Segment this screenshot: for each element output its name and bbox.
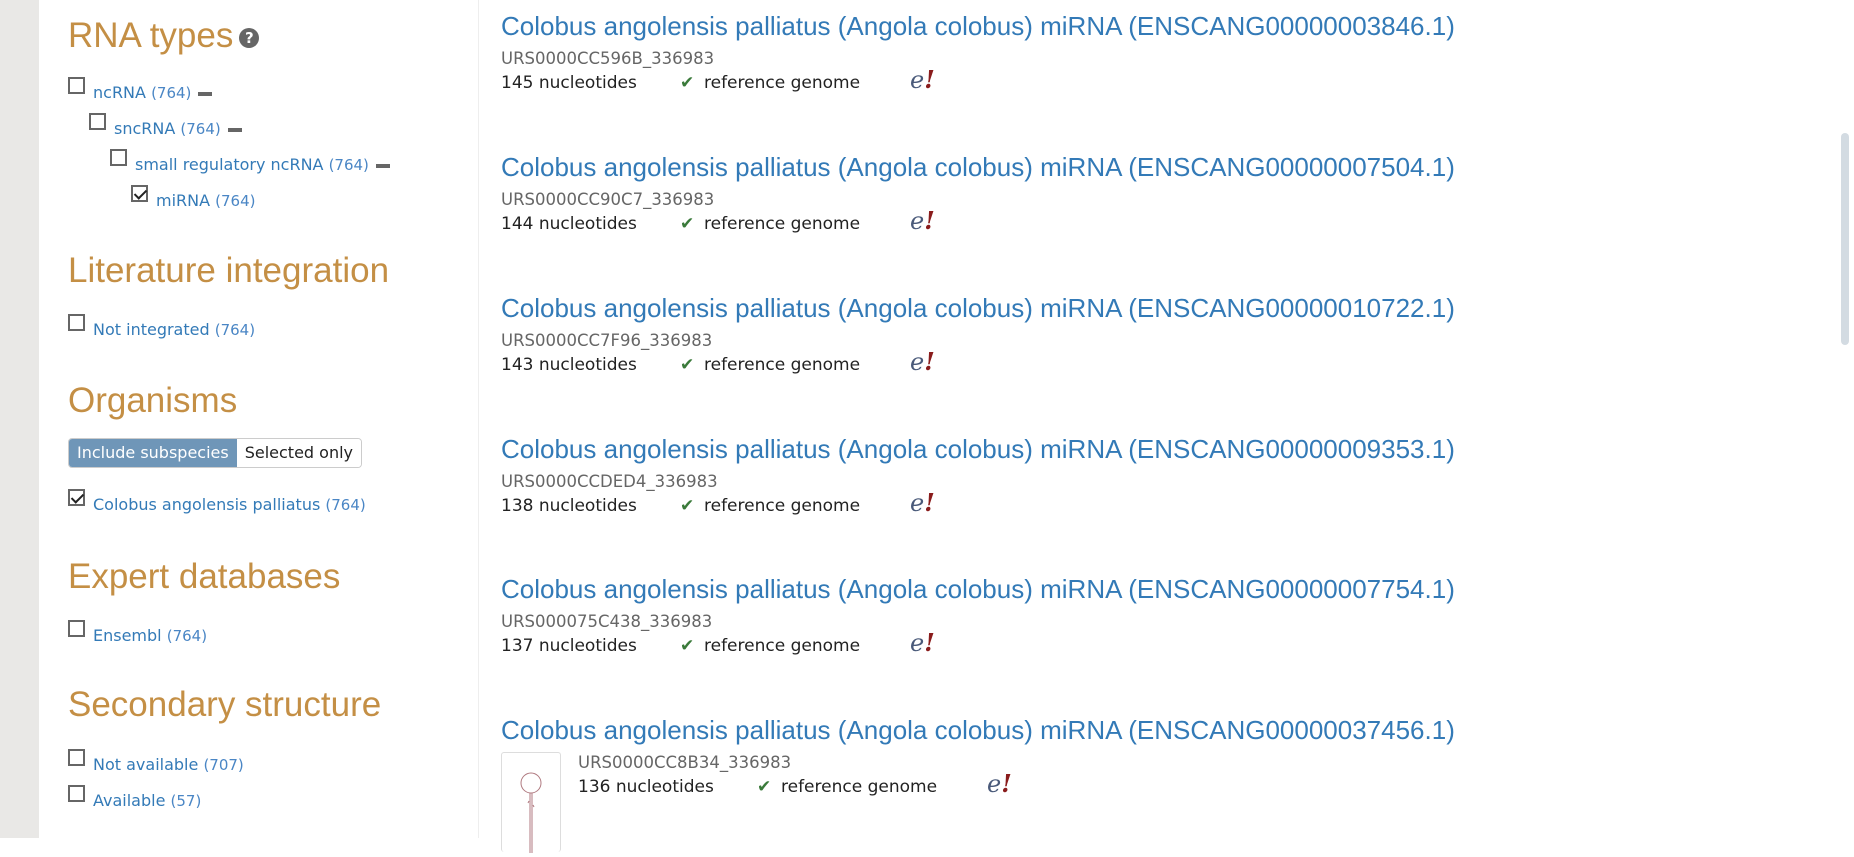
result-urs: URS0000CC7F96_336983 [501,331,713,350]
checkbox[interactable] [68,785,85,802]
result-urs: URS000075C438_336983 [501,612,713,631]
result-urs: URS0000CC596B_336983 [501,49,715,68]
result-item: Colobus angolensis palliatus (Angola col… [501,293,1701,378]
facet-mirna[interactable]: miRNA (764) [131,185,256,211]
result-item: Colobus angolensis palliatus (Angola col… [501,11,1701,96]
collapse-icon[interactable] [375,163,390,168]
checkbox-checked[interactable] [68,489,85,506]
result-tag: reference genome [781,777,938,797]
ensembl-icon[interactable]: e! [910,67,935,94]
result-title-link[interactable]: Colobus angolensis palliatus (Angola col… [501,293,1701,323]
result-title-link[interactable]: Colobus angolensis palliatus (Angola col… [501,152,1701,182]
facet-count: (764) [180,120,221,138]
right-margin [1797,0,1854,838]
checkbox[interactable] [68,620,85,637]
check-icon: ✔ [680,214,695,234]
facet-ensembl[interactable]: Ensembl (764) [68,620,208,646]
literature-heading: Literature integration [68,251,390,290]
result-length: 145 nucleotides [501,73,637,93]
rna-types-heading: RNA types? [68,16,260,56]
result-urs: URS0000CC90C7_336983 [501,190,715,209]
facet-count: (764) [325,496,366,514]
facet-label[interactable]: miRNA [156,191,210,210]
result-title-link[interactable]: Colobus angolensis palliatus (Angola col… [501,715,1701,745]
check-icon: ✔ [680,496,695,516]
check-icon: ✔ [757,777,772,797]
collapse-icon[interactable] [198,91,213,96]
result-tag: reference genome [704,636,861,656]
facet-small-regulatory-ncrna[interactable]: small regulatory ncRNA (764) [110,149,390,175]
secondary-structure-heading: Secondary structure [68,685,382,724]
facet-label[interactable]: Colobus angolensis palliatus [93,495,320,514]
facet-label[interactable]: sncRNA [114,119,175,138]
result-urs: URS0000CC8B34_336983 [578,753,792,772]
organisms-heading: Organisms [68,381,238,420]
check-icon: ✔ [680,73,695,93]
ensembl-icon[interactable]: e! [910,630,935,657]
heading-text: RNA types [68,16,234,55]
ensembl-icon[interactable]: e! [910,490,935,517]
facet-count: (764) [214,321,256,339]
help-icon[interactable]: ? [239,27,260,48]
result-item: Colobus angolensis palliatus (Angola col… [501,434,1701,519]
checkbox[interactable] [68,749,85,766]
facet-count: (764) [328,156,369,174]
checkbox[interactable] [68,314,85,331]
result-urs: URS0000CCDED4_336983 [501,472,718,491]
checkbox-checked[interactable] [131,185,148,202]
check-icon: ✔ [680,636,695,656]
result-title-link[interactable]: Colobus angolensis palliatus (Angola col… [501,574,1701,604]
result-title-link[interactable]: Colobus angolensis palliatus (Angola col… [501,11,1701,41]
check-icon: ✔ [680,355,695,375]
result-length: 136 nucleotides [578,777,714,797]
result-item: Colobus angolensis palliatus (Angola col… [501,152,1701,237]
ensembl-icon[interactable]: e! [987,771,1012,798]
result-length: 143 nucleotides [501,355,637,375]
include-subspecies-button[interactable]: Include subspecies [69,439,237,467]
facet-label[interactable]: ncRNA [93,83,146,102]
facet-count: (707) [203,756,244,774]
hairpin-structure-icon [520,772,542,853]
selected-only-button[interactable]: Selected only [236,439,362,467]
result-length: 144 nucleotides [501,214,637,234]
facet-not-integrated[interactable]: Not integrated (764) [68,314,256,340]
result-length: 138 nucleotides [501,496,637,516]
checkbox[interactable] [68,77,85,94]
scrollbar-thumb[interactable] [1841,133,1849,345]
collapse-icon[interactable] [227,127,242,132]
facet-label[interactable]: small regulatory ncRNA [135,155,323,174]
facet-label[interactable]: Not integrated [93,320,210,339]
result-length: 137 nucleotides [501,636,637,656]
subspecies-toggle: Include subspecies Selected only [68,438,363,468]
result-title-link[interactable]: Colobus angolensis palliatus (Angola col… [501,434,1701,464]
facet-count: (764) [215,192,256,210]
facet-count: (57) [170,792,202,810]
result-tag: reference genome [704,496,861,516]
secondary-structure-thumbnail[interactable] [501,752,561,853]
facet-label[interactable]: Available [93,791,165,810]
facet-label[interactable]: Ensembl [93,626,162,645]
result-tag: reference genome [704,355,861,375]
result-tag: reference genome [704,214,861,234]
facet-ncrna[interactable]: ncRNA (764) [68,77,213,103]
result-item: Colobus angolensis palliatus (Angola col… [501,574,1701,659]
sidebar-divider [478,0,479,838]
facet-colobus[interactable]: Colobus angolensis palliatus (764) [68,489,366,515]
facet-not-available[interactable]: Not available (707) [68,749,244,775]
result-item: Colobus angolensis palliatus (Angola col… [501,715,1701,853]
ensembl-icon[interactable]: e! [910,208,935,235]
result-tag: reference genome [704,73,861,93]
checkbox[interactable] [110,149,127,166]
facet-count: (764) [166,627,208,645]
ensembl-icon[interactable]: e! [910,349,935,376]
facet-available[interactable]: Available (57) [68,785,202,811]
expert-databases-heading: Expert databases [68,557,341,596]
facet-count: (764) [151,84,192,102]
checkbox[interactable] [89,113,106,130]
facet-sncrna[interactable]: sncRNA (764) [89,113,242,139]
facet-label[interactable]: Not available [93,755,198,774]
